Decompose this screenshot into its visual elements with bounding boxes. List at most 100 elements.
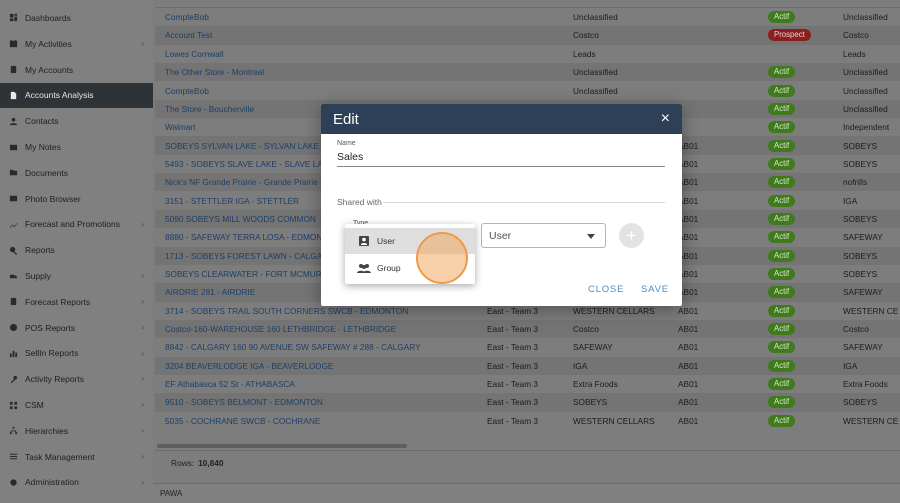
table-row[interactable]: 8842 - CALGARY 160 90 AVENUE SW SAFEWAY … (155, 338, 900, 356)
type-cell: Costco (573, 30, 599, 41)
chevron-right-icon: › (141, 219, 144, 229)
category-cell: Unclassified (843, 103, 888, 114)
status-badge: Actif (768, 414, 796, 427)
sidebar-item-my-accounts[interactable]: My Accounts (0, 57, 153, 83)
status-cell: Actif (768, 378, 828, 391)
chevron-right-icon: › (141, 425, 144, 435)
sidebar-item-my-activities[interactable]: My Activities › (0, 31, 153, 57)
category-cell: Unclassified (843, 85, 888, 96)
status-badge: Actif (768, 176, 796, 189)
code-cell: AB01 (678, 360, 699, 371)
status-cell: Prospect (768, 29, 828, 42)
sidebar-item-activity-reports[interactable]: Activity Reports › (0, 366, 153, 392)
code-cell: AB01 (678, 195, 699, 206)
table-row[interactable]: CompteBob Unclassified Actif Unclassified (155, 81, 900, 99)
sidebar-item-administration[interactable]: Administration › (0, 470, 153, 496)
close-icon[interactable]: × (661, 110, 670, 128)
table-row[interactable]: The Other Store - Montreal Unclassified Ac… (155, 63, 900, 82)
menu-item-label: Group (377, 263, 401, 273)
type-cell: Costco (573, 324, 599, 335)
chevron-right-icon: › (141, 374, 144, 384)
code-cell: AB01 (678, 232, 699, 243)
type-cell: WESTERN CELLARS (573, 305, 655, 316)
status-cell: Actif (768, 341, 828, 354)
category-cell: IGA (843, 360, 858, 371)
table-row[interactable]: 5035 - COCHRANE SWCB - COCHRANE East - Te… (155, 412, 900, 430)
account-name-link[interactable]: 9510 - SOBEYS BELMONT - EDMONTON (165, 397, 470, 407)
type-cell: IGA (573, 360, 588, 371)
close-button[interactable]: CLOSE (588, 284, 624, 295)
table-row[interactable]: Account Test Costco Prospect Costco (155, 26, 900, 45)
sidebar-item-dashboards[interactable]: Dashboards (0, 4, 153, 31)
table-row[interactable]: 3204 BEAVERLODGE IGA - BEAVERLODGE East -… (155, 356, 900, 375)
code-cell: AB01 (678, 213, 699, 224)
sidebar-item-label: My Accounts (25, 64, 74, 75)
status-cell: Actif (768, 286, 828, 299)
sidebar-item-forecast-and-promotions[interactable]: Forecast and Promotions › (0, 212, 153, 238)
rows-count: 10,840 (198, 457, 224, 468)
account-name-link[interactable]: Lowes Cornwall (165, 49, 470, 59)
sidebar-item-pos-reports[interactable]: POS Reports › (0, 315, 153, 341)
account-name-link[interactable]: EF Athabasca 52 St - ATHABASCA (165, 379, 470, 389)
sidebar-item-hierarchies[interactable]: Hierarchies › (0, 418, 153, 444)
rows-label: Rows: (171, 457, 195, 468)
image-icon (8, 194, 18, 204)
account-name-link[interactable]: 8842 - CALGARY 160 90 AVENUE SW SAFEWAY … (165, 342, 470, 352)
sidebar-item-documents[interactable]: Documents (0, 160, 153, 186)
table-row[interactable]: Costco-160-WAREHOUSE 160 LETHBRIDGE - LE… (155, 319, 900, 339)
sidebar-item-sellin-reports[interactable]: SellIn Reports › (0, 341, 153, 367)
status-badge: Actif (768, 286, 796, 299)
status-badge: Actif (768, 359, 796, 372)
sidebar-item-contacts[interactable]: Contacts (0, 108, 153, 134)
account-name-link[interactable]: 3714 - SOBEYS TRAIL SOUTH CORNERS SWCB -… (165, 306, 470, 316)
user-select[interactable]: User (481, 223, 606, 248)
account-name-link[interactable]: Account Test (165, 30, 470, 40)
save-button[interactable]: SAVE (641, 284, 669, 295)
team-cell: East - Team 3 (487, 379, 539, 390)
sidebar-item-my-notes[interactable]: My Notes (0, 134, 153, 160)
category-cell: SOBEYS (843, 213, 878, 224)
account-name-link[interactable]: CompteBob (165, 86, 470, 96)
sidebar-item-supply[interactable]: Supply › (0, 263, 153, 289)
user-select-value: User (489, 229, 512, 242)
scrollbar-thumb[interactable] (157, 444, 407, 448)
code-cell: AB01 (678, 158, 699, 169)
table-row[interactable]: 9510 - SOBEYS BELMONT - EDMONTON East - T… (155, 393, 900, 412)
category-cell: SOBEYS (843, 269, 878, 280)
account-name-link[interactable]: CompteBob (165, 12, 470, 22)
account-name-link[interactable]: The Other Store - Montreal (165, 67, 470, 77)
add-share-button[interactable]: + (619, 223, 644, 248)
account-name-link[interactable]: 5035 - COCHRANE SWCB - COCHRANE (165, 416, 470, 426)
table-row[interactable]: EF Athabasca 52 St - ATHABASCA East - Tea… (155, 375, 900, 393)
code-cell: AB01 (678, 250, 699, 261)
truck-icon (8, 271, 18, 281)
table-row[interactable]: CompteBob Unclassified Actif Unclassified (155, 8, 900, 26)
sidebar-item-accounts-analysis[interactable]: Accounts Analysis (0, 82, 153, 109)
team-cell: East - Team 3 (487, 305, 539, 316)
sidebar-item-photo-browser[interactable]: Photo Browser (0, 186, 153, 212)
horizontal-scrollbar[interactable] (155, 443, 900, 450)
list-icon (8, 452, 18, 462)
sidebar-item-label: CSM (25, 400, 44, 411)
status-cell: Actif (768, 11, 828, 24)
sidebar-item-forecast-reports[interactable]: Forecast Reports › (0, 289, 153, 315)
sidebar-item-csm[interactable]: CSM › (0, 392, 153, 418)
account-name-link[interactable]: Costco-160-WAREHOUSE 160 LETHBRIDGE - LE… (165, 324, 470, 334)
sidebar-item-label: Forecast and Promotions (25, 219, 120, 230)
status-cell: Actif (768, 66, 828, 79)
status-cell: Actif (768, 304, 828, 317)
chevron-right-icon: › (141, 271, 144, 281)
status-cell: Actif (768, 268, 828, 281)
sidebar-item-label: Task Management (25, 451, 95, 462)
account-name-link[interactable]: 3204 BEAVERLODGE IGA - BEAVERLODGE (165, 361, 470, 371)
type-cell: Extra Foods (573, 379, 618, 390)
code-cell: AB01 (678, 379, 699, 390)
status-badge: Actif (768, 11, 796, 24)
table-row[interactable]: Lowes Cornwall Leads Leads (155, 45, 900, 63)
dialog-header: Edit (321, 104, 682, 134)
category-cell: Extra Foods (843, 379, 888, 390)
sidebar-item-task-management[interactable]: Task Management › (0, 444, 153, 470)
name-field[interactable]: Sales (337, 151, 665, 167)
sidebar-item-reports[interactable]: Reports (0, 237, 153, 263)
sidebar-item-label: Photo Browser (25, 193, 81, 204)
